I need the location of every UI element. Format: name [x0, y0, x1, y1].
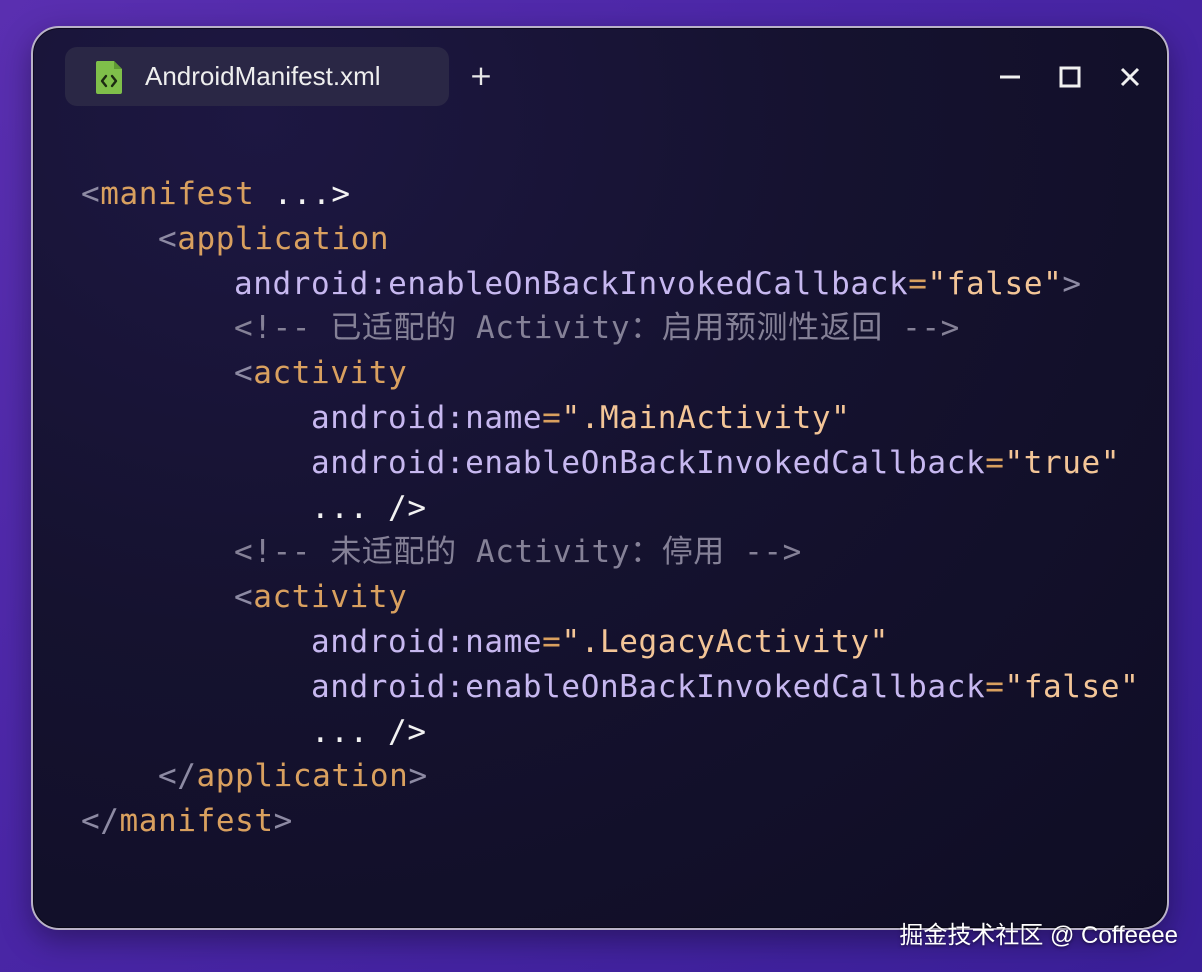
- tag-open: <: [234, 579, 254, 616]
- tag-name: activity: [253, 579, 408, 616]
- tab-title: AndroidManifest.xml: [145, 61, 381, 91]
- code-line: <manifest ...>: [81, 172, 1139, 217]
- equals-sign: =: [985, 444, 1005, 481]
- maximize-icon: [1055, 62, 1085, 92]
- code-line: <activity: [81, 351, 1139, 396]
- code-line: <!-- 未适配的 Activity：停用 -->: [81, 530, 1139, 575]
- tag-name: activity: [253, 355, 408, 392]
- attribute-value: ".LegacyActivity": [561, 623, 889, 660]
- attribute-name: android:enableOnBackInvokedCallback: [311, 444, 986, 481]
- code-line: android:enableOnBackInvokedCallback="tru…: [81, 441, 1139, 486]
- code-line: </application>: [81, 754, 1139, 799]
- attribute-name: android:enableOnBackInvokedCallback: [234, 265, 909, 302]
- tag-name: manifest: [100, 176, 255, 212]
- tag-open: <: [158, 220, 178, 257]
- attribute-value: "true": [1004, 444, 1121, 481]
- code-text: ... />: [311, 713, 427, 750]
- tag-open: </: [158, 758, 197, 795]
- code-line: android:enableOnBackInvokedCallback="fal…: [81, 262, 1139, 307]
- tag-open: <: [234, 355, 254, 392]
- close-button[interactable]: [1115, 62, 1145, 92]
- editor-window: AndroidManifest.xml + <manifest ...> <ap…: [31, 26, 1169, 930]
- tag-close: >: [1062, 265, 1082, 302]
- tag-name: manifest: [119, 803, 274, 840]
- xml-file-icon: [94, 59, 124, 95]
- equals-sign: =: [985, 668, 1005, 705]
- code-comment: <!-- 未适配的 Activity：停用 -->: [234, 534, 802, 571]
- attribute-name: android:name: [311, 399, 543, 436]
- maximize-button[interactable]: [1055, 62, 1085, 92]
- equals-sign: =: [542, 623, 562, 660]
- close-icon: [1115, 62, 1145, 92]
- tag-close: >: [273, 803, 293, 840]
- code-line: android:name=".LegacyActivity": [81, 620, 1139, 665]
- code-line: <!-- 已适配的 Activity：启用预测性返回 -->: [81, 306, 1139, 351]
- attribute-value: "false": [1004, 668, 1140, 705]
- code-line: ... />: [81, 486, 1139, 531]
- minimize-button[interactable]: [995, 62, 1025, 92]
- tag-name: application: [196, 758, 409, 795]
- tag-open: <: [81, 176, 101, 212]
- equals-sign: =: [542, 399, 562, 436]
- tag-name: application: [177, 220, 390, 257]
- watermark: 掘金技术社区 @ Coffeeee: [899, 922, 1178, 949]
- code-line: <activity: [81, 575, 1139, 620]
- code-text: ... />: [311, 489, 427, 526]
- attribute-value: ".MainActivity": [561, 399, 851, 436]
- code-comment: <!-- 已适配的 Activity：启用预测性返回 -->: [234, 310, 960, 347]
- code-editor[interactable]: <manifest ...> <application android:enab…: [81, 172, 1139, 844]
- minimize-icon: [995, 62, 1025, 92]
- code-line: ... />: [81, 710, 1139, 755]
- code-line: android:enableOnBackInvokedCallback="fal…: [81, 665, 1139, 710]
- attribute-name: android:name: [311, 623, 543, 660]
- add-tab-button[interactable]: +: [465, 60, 497, 92]
- code-line: </manifest>: [81, 799, 1139, 844]
- tag-close: >: [408, 758, 428, 795]
- attribute-value: "false": [927, 265, 1063, 302]
- attribute-name: android:enableOnBackInvokedCallback: [311, 668, 986, 705]
- code-line: android:name=".MainActivity": [81, 396, 1139, 441]
- tag-open: </: [81, 803, 120, 840]
- code-line: <application: [81, 217, 1139, 262]
- code-text: ...>: [254, 176, 351, 212]
- equals-sign: =: [908, 265, 928, 302]
- file-tab[interactable]: AndroidManifest.xml: [65, 47, 449, 106]
